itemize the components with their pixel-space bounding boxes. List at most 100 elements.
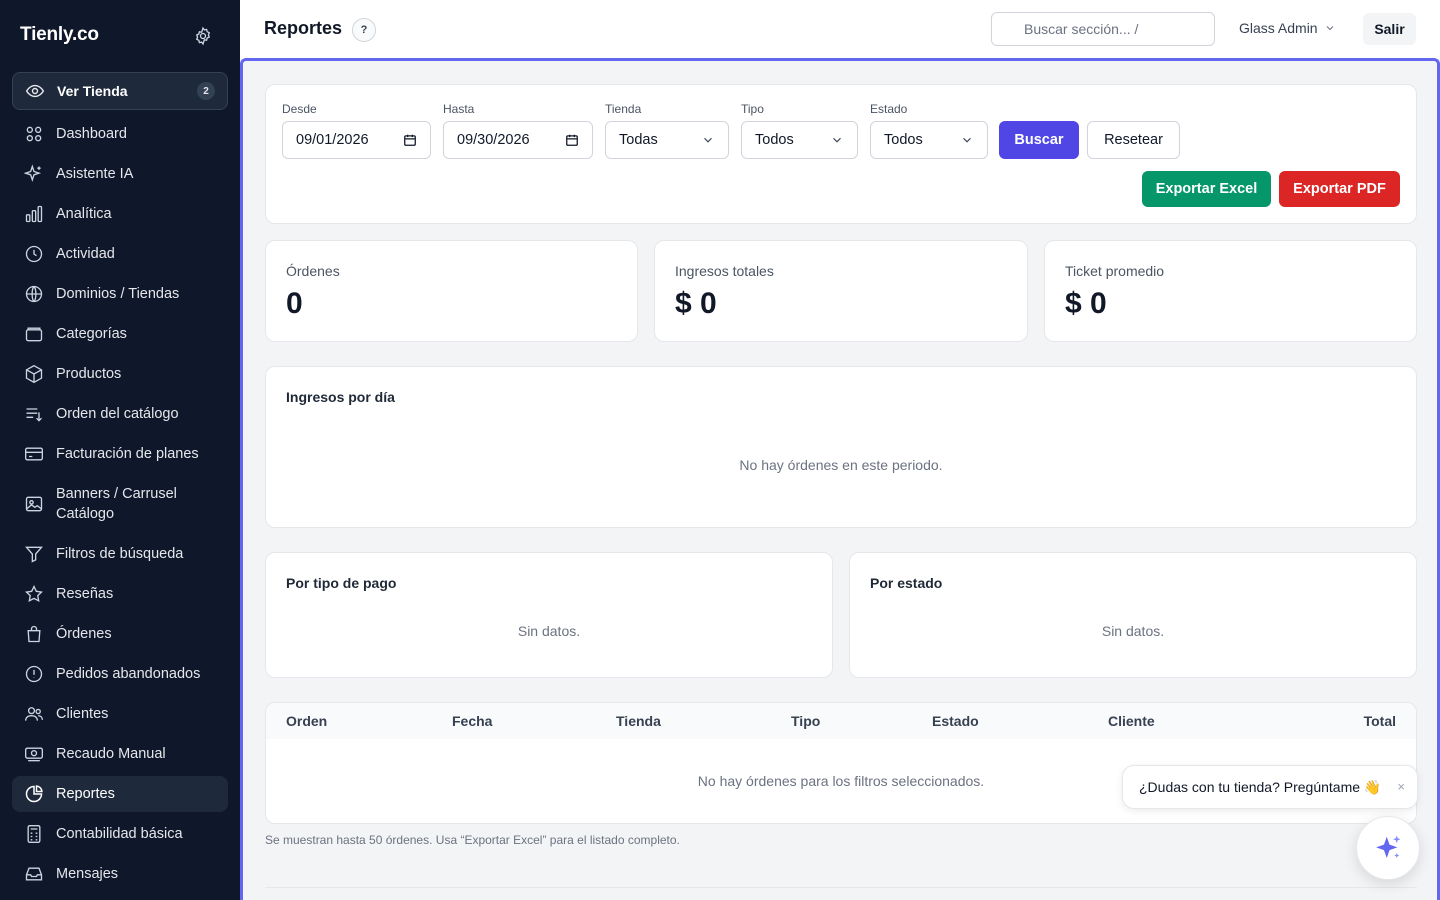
store-select[interactable]: Todas <box>605 121 729 159</box>
column-header[interactable]: Tienda <box>616 713 661 729</box>
sidebar-item-dashboard[interactable]: Dashboard <box>12 116 228 152</box>
sidebar-item-label: Órdenes <box>56 626 112 642</box>
sidebar-item-analytics[interactable]: Analítica <box>12 196 228 232</box>
cash-icon <box>25 747 43 762</box>
type-select-value: Todos <box>755 132 794 148</box>
calculator-icon <box>27 825 41 843</box>
card-title: Ingresos por día <box>286 389 395 405</box>
store-label: Tienda <box>605 102 642 116</box>
empty-message: Sin datos. <box>1101 623 1165 639</box>
section-search-input[interactable]: Buscar sección... / <box>991 12 1215 46</box>
sidebar-item-label: Recaudo Manual <box>56 746 166 762</box>
gear-icon[interactable] <box>193 26 213 46</box>
kpi-card-avg-ticket: Ticket promedio $ 0 <box>1044 240 1417 342</box>
from-date-input[interactable]: 09/01/2026 <box>282 121 431 159</box>
box-icon <box>25 364 43 384</box>
daily-revenue-card: Ingresos por día No hay órdenes en este … <box>265 366 1417 528</box>
sidebar-item-label: Filtros de búsqueda <box>56 546 184 562</box>
column-header[interactable]: Total <box>1364 713 1396 729</box>
sidebar-item-abandoned[interactable]: Pedidos abandonados <box>12 656 228 692</box>
inbox-icon <box>25 867 43 881</box>
status-select-value: Todos <box>884 132 923 148</box>
chat-assistant-button[interactable] <box>1356 816 1420 880</box>
calendar-icon <box>404 134 416 146</box>
shopping-bag-icon <box>27 625 41 643</box>
card-title: Por estado <box>870 575 943 591</box>
filter-icon <box>25 546 43 563</box>
sidebar-item-label: Orden del catálogo <box>56 406 179 422</box>
sidebar: Tienly.co Ver Tienda 2 Dashboard Asisten… <box>0 0 240 900</box>
to-date-input[interactable]: 09/30/2026 <box>443 121 593 159</box>
reset-button[interactable]: Resetear <box>1087 121 1180 159</box>
column-header[interactable]: Cliente <box>1108 713 1155 729</box>
kpi-card-orders: Órdenes 0 <box>265 240 638 342</box>
chat-prompt-text: ¿Dudas con tu tienda? Pregúntame 👋 <box>1139 778 1382 795</box>
folder-icon <box>25 327 43 342</box>
chevron-down-icon <box>963 137 971 143</box>
kpi-label: Ingresos totales <box>675 263 774 279</box>
from-date-value: 09/01/2026 <box>296 132 369 148</box>
sidebar-item-banners[interactable]: Banners / Carrusel Catálogo <box>12 476 228 532</box>
brand-logo[interactable]: Tienly.co <box>20 24 99 46</box>
to-date-value: 09/30/2026 <box>457 132 530 148</box>
type-label: Tipo <box>741 102 764 116</box>
sidebar-item-messages[interactable]: Mensajes <box>12 856 228 892</box>
view-store-button[interactable]: Ver Tienda 2 <box>12 72 228 110</box>
sidebar-item-billing[interactable]: Facturación de planes <box>12 436 228 472</box>
user-menu[interactable]: Glass Admin <box>1239 20 1336 36</box>
sidebar-item-manual-collection[interactable]: Recaudo Manual <box>12 736 228 772</box>
sidebar-item-label: Contabilidad básica <box>56 826 183 842</box>
sidebar-item-products[interactable]: Productos <box>12 356 228 392</box>
sidebar-item-label: Dashboard <box>56 126 127 142</box>
column-header[interactable]: Orden <box>286 713 327 729</box>
status-select[interactable]: Todos <box>870 121 988 159</box>
chevron-down-icon <box>1326 26 1333 31</box>
kpi-label: Ticket promedio <box>1065 263 1165 279</box>
kpi-label: Órdenes <box>286 263 340 279</box>
sidebar-item-reports[interactable]: Reportes <box>12 776 228 812</box>
sidebar-item-catalog-order[interactable]: Orden del catálogo <box>12 396 228 432</box>
sidebar-item-domains[interactable]: Dominios / Tiendas <box>12 276 228 312</box>
sidebar-item-label: Facturación de planes <box>56 446 199 462</box>
sidebar-item-search-filters[interactable]: Filtros de búsqueda <box>12 536 228 572</box>
sidebar-item-activity[interactable]: Actividad <box>12 236 228 272</box>
sidebar-item-reviews[interactable]: Reseñas <box>12 576 228 612</box>
sidebar-item-orders[interactable]: Órdenes <box>12 616 228 652</box>
sidebar-item-customers[interactable]: Clientes <box>12 696 228 732</box>
logout-button[interactable]: Salir <box>1363 13 1416 45</box>
page-title: Reportes <box>264 18 343 38</box>
sidebar-item-label: Reportes <box>56 786 115 802</box>
user-name: Glass Admin <box>1239 20 1318 36</box>
star-icon <box>25 584 43 603</box>
store-select-value: Todas <box>619 132 658 148</box>
empty-message: No hay órdenes en este periodo. <box>739 457 943 473</box>
pie-chart-icon <box>25 785 43 803</box>
export-excel-button[interactable]: Exportar Excel <box>1142 171 1271 207</box>
sidebar-item-ai-assistant[interactable]: Asistente IA <box>12 156 228 192</box>
sidebar-item-label: Pedidos abandonados <box>56 666 201 682</box>
search-button[interactable]: Buscar <box>999 121 1079 159</box>
sidebar-item-label: Clientes <box>56 706 109 722</box>
clock-icon <box>25 245 43 263</box>
image-icon <box>25 496 43 512</box>
sidebar-item-categories[interactable]: Categorías <box>12 316 228 352</box>
kpi-value: 0 <box>286 287 303 320</box>
column-header[interactable]: Fecha <box>452 713 492 729</box>
sidebar-nav: Dashboard Asistente IA Analítica Activid… <box>12 116 228 896</box>
column-header[interactable]: Estado <box>932 713 979 729</box>
top-bar: Reportes ? Buscar sección... / Glass Adm… <box>240 0 1440 58</box>
kpi-card-revenue: Ingresos totales $ 0 <box>654 240 1028 342</box>
globe-icon <box>25 285 43 303</box>
sidebar-item-label: Reseñas <box>56 586 114 602</box>
sidebar-item-label: Asistente IA <box>56 166 134 182</box>
close-icon[interactable]: × <box>1397 779 1405 794</box>
sidebar-item-accounting[interactable]: Contabilidad básica <box>12 816 228 852</box>
type-select[interactable]: Todos <box>741 121 858 159</box>
help-button[interactable]: ? <box>352 18 376 42</box>
column-header[interactable]: Tipo <box>791 713 820 729</box>
chat-prompt-bubble[interactable]: ¿Dudas con tu tienda? Pregúntame 👋 × <box>1122 765 1418 809</box>
view-store-badge: 2 <box>197 82 215 100</box>
to-label: Hasta <box>443 102 475 116</box>
sidebar-item-label: Mensajes <box>56 866 119 882</box>
export-pdf-button[interactable]: Exportar PDF <box>1279 171 1400 207</box>
